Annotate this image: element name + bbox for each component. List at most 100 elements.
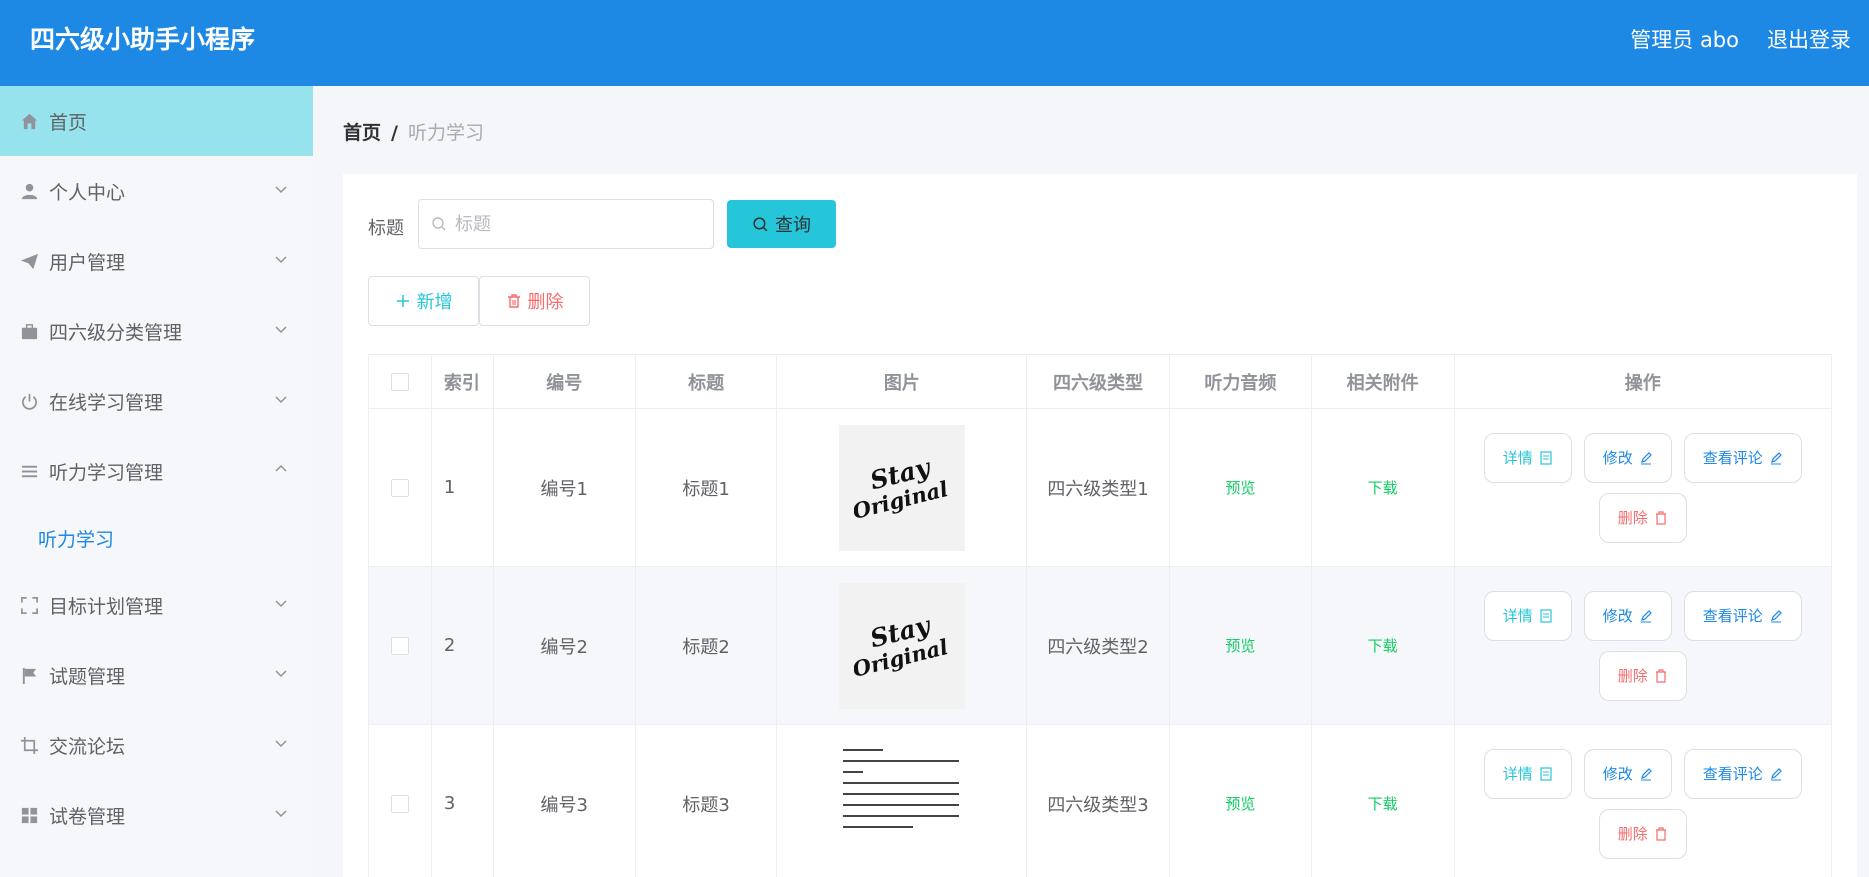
breadcrumb-current: 听力学习 [407, 122, 484, 144]
delete-button[interactable]: 删除 [1598, 650, 1687, 701]
sidebar: 首页 个人中心 用户管理 四六级分类管理 在线学习管理 听力学习管理 听力学习 … [0, 86, 313, 877]
search-input[interactable] [455, 213, 695, 235]
top-bar: 四六级小助手小程序 管理员 abo 退出登录 [0, 0, 1869, 86]
header-cell: 听力音频 [1170, 355, 1312, 408]
sidebar-item-label: 个人中心 [49, 181, 126, 204]
logout-button[interactable]: 退出登录 [1767, 24, 1851, 54]
header-cell: 标题 [636, 355, 778, 408]
crop-icon [19, 735, 39, 755]
sidebar-item-online-learning[interactable]: 在线学习管理 [0, 366, 313, 436]
batch-delete-button[interactable]: 删除 [479, 276, 590, 326]
sidebar-item-personal-center[interactable]: 个人中心 [0, 156, 313, 226]
edit-icon [1640, 451, 1652, 464]
row-thumbnail[interactable]: Stay Original [838, 582, 965, 709]
search-box[interactable] [418, 199, 714, 249]
sidebar-item-label: 四六级分类管理 [49, 321, 183, 344]
attachment-download-link[interactable]: 下载 [1368, 793, 1398, 814]
detail-button[interactable]: 详情 [1483, 590, 1572, 641]
search-label: 标题 [368, 218, 404, 239]
sidebar-item-category-management[interactable]: 四六级分类管理 [0, 296, 313, 366]
attachment-download-link[interactable]: 下载 [1368, 635, 1398, 656]
type-cell: 四六级类型3 [1027, 725, 1170, 877]
chevron-down-icon [275, 396, 287, 404]
fullscreen-icon [19, 595, 39, 615]
audio-preview-link[interactable]: 预览 [1225, 793, 1255, 814]
batch-delete-button-label: 删除 [527, 292, 564, 313]
select-all-checkbox[interactable] [390, 372, 409, 391]
table-row: 3 编号3 标题3 四六级类型3 预览 下载 详情 修改 查看评论 删除 [369, 725, 1831, 877]
chevron-down-icon [275, 670, 287, 678]
breadcrumb-home[interactable]: 首页 [343, 122, 381, 144]
detail-button[interactable]: 详情 [1483, 432, 1572, 483]
table-row: 2 编号2 标题2 Stay Original 四六级类型2 预览 下载 详情 修… [369, 567, 1831, 725]
table-row: 1 编号1 标题1 Stay Original 四六级类型1 预览 下载 详情 修… [369, 409, 1831, 567]
delete-button[interactable]: 删除 [1598, 492, 1687, 543]
header-cell: 图片 [777, 355, 1028, 408]
list-icon [19, 461, 39, 481]
row-checkbox[interactable] [390, 478, 409, 497]
chevron-down-icon [275, 326, 287, 334]
title-cell: 标题3 [636, 725, 778, 877]
query-button-label: 查询 [775, 215, 811, 236]
header-cell: 索引 [432, 355, 494, 408]
code-cell: 编号1 [494, 409, 636, 566]
title-cell: 标题2 [636, 567, 778, 724]
table-header-row: 索引 编号 标题 图片 四六级类型 听力音频 相关附件 操作 [369, 355, 1831, 409]
add-button[interactable]: 新增 [368, 276, 479, 326]
row-thumbnail[interactable] [838, 740, 965, 867]
search-icon [753, 216, 768, 231]
chevron-down-icon [275, 600, 287, 608]
sidebar-item-listening-management[interactable]: 听力学习管理 [0, 436, 313, 506]
sidebar-subitem-listening[interactable]: 听力学习 [0, 506, 313, 570]
audio-preview-link[interactable]: 预览 [1225, 635, 1255, 656]
admin-label: 管理员 abo [1630, 28, 1739, 52]
sidebar-item-question-management[interactable]: 试题管理 [0, 640, 313, 710]
sidebar-item-home[interactable]: 首页 [0, 86, 313, 156]
flag-icon [19, 665, 39, 685]
sidebar-item-user-management[interactable]: 用户管理 [0, 226, 313, 296]
type-cell: 四六级类型2 [1027, 567, 1170, 724]
edit-icon [1770, 451, 1782, 464]
view-comments-button[interactable]: 查看评论 [1683, 748, 1802, 799]
document-icon [1540, 766, 1552, 781]
sidebar-item-label: 用户管理 [49, 251, 126, 274]
edit-icon [1770, 609, 1782, 622]
header-cell: 操作 [1624, 372, 1661, 394]
sidebar-item-label: 听力学习管理 [49, 461, 164, 484]
row-checkbox[interactable] [390, 794, 409, 813]
grid-icon [19, 805, 39, 825]
briefcase-icon [19, 321, 39, 341]
code-cell: 编号2 [494, 567, 636, 724]
search-icon [432, 217, 446, 231]
sidebar-item-forum[interactable]: 交流论坛 [0, 710, 313, 780]
plus-icon [396, 295, 409, 307]
audio-preview-link[interactable]: 预览 [1225, 477, 1255, 498]
user-icon [19, 181, 39, 201]
edit-button[interactable]: 修改 [1583, 748, 1672, 799]
row-checkbox[interactable] [390, 636, 409, 655]
index-cell: 1 [432, 409, 494, 566]
detail-button[interactable]: 详情 [1483, 748, 1572, 799]
data-table: 索引 编号 标题 图片 四六级类型 听力音频 相关附件 操作 1 编号1 标题1… [368, 354, 1832, 877]
view-comments-button[interactable]: 查看评论 [1683, 590, 1802, 641]
sidebar-item-label: 目标计划管理 [49, 595, 164, 618]
sidebar-item-label: 试题管理 [49, 665, 126, 688]
breadcrumb: 首页 / 听力学习 [343, 118, 484, 145]
edit-button[interactable]: 修改 [1583, 432, 1672, 483]
index-cell: 2 [432, 567, 494, 724]
sidebar-item-exam-management[interactable]: 试卷管理 [0, 780, 313, 850]
edit-button[interactable]: 修改 [1583, 590, 1672, 641]
row-thumbnail[interactable]: Stay Original [838, 424, 965, 551]
power-icon [19, 391, 39, 411]
trash-icon [1655, 510, 1666, 525]
sidebar-item-goal-plan[interactable]: 目标计划管理 [0, 570, 313, 640]
header-cell: 编号 [494, 355, 636, 408]
stay-original-logo: StayOriginal [854, 452, 950, 524]
view-comments-button[interactable]: 查看评论 [1683, 432, 1802, 483]
query-button[interactable]: 查询 [727, 200, 836, 248]
header-cell: 四六级类型 [1027, 355, 1170, 408]
delete-button[interactable]: 删除 [1598, 808, 1687, 859]
header-cell: 相关附件 [1312, 355, 1455, 408]
attachment-download-link[interactable]: 下载 [1368, 477, 1398, 498]
edit-icon [1770, 767, 1782, 780]
